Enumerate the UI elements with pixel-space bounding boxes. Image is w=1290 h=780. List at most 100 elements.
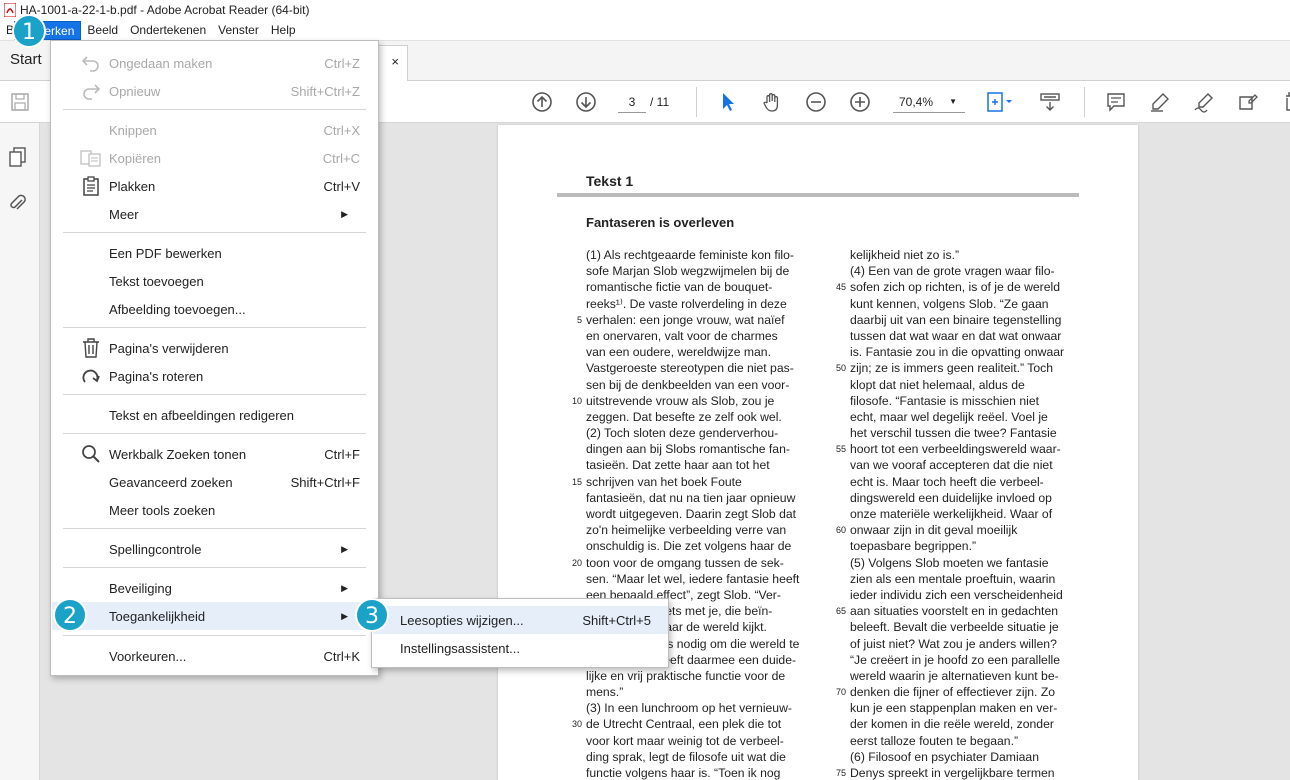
menu-item-instellingsassistent[interactable]: Instellingsassistent...: [373, 634, 668, 662]
line-number: 45: [835, 282, 846, 293]
read-mode-icon[interactable]: [1038, 90, 1062, 114]
zoom-in-icon[interactable]: [848, 90, 872, 114]
menu-item-geavanceerd-zoeken[interactable]: Geavanceerd zoeken Shift+Ctrl+F: [52, 468, 378, 496]
line-text: van we vooraf accepteren dat die niet: [850, 458, 1053, 473]
menu-item-paginas-verwijderen[interactable]: Pagina's verwijderen: [52, 334, 378, 362]
text-line: daarbij uit van een binaire tegenstellin…: [850, 312, 1090, 328]
menu-item-voorkeuren[interactable]: Voorkeuren... Ctrl+K: [52, 642, 378, 670]
menu-item-leesopties-wijzigen[interactable]: Leesopties wijzigen... Shift+Ctrl+5: [373, 606, 668, 634]
zoom-out-icon[interactable]: [804, 90, 828, 114]
menu-item-label: Meer: [109, 206, 139, 222]
close-tab-icon[interactable]: ×: [391, 54, 399, 69]
menu-item-label: Werkbalk Zoeken tonen: [109, 446, 247, 462]
prev-page-icon[interactable]: [530, 90, 554, 114]
menu-item-label: Meer tools zoeken: [109, 502, 216, 518]
menu-item-plakken[interactable]: Plakken Ctrl+V: [52, 172, 378, 200]
menu-item-shortcut: Shift+Ctrl+F: [290, 474, 360, 490]
fit-page-icon[interactable]: [982, 90, 1018, 114]
menu-item-knippen[interactable]: Knippen Ctrl+X: [52, 116, 378, 144]
menu-ondertekenen[interactable]: Ondertekenen: [124, 21, 212, 40]
select-cursor-icon[interactable]: [716, 90, 740, 114]
line-text: toepasbare begrippen.”: [850, 539, 977, 554]
menu-item-tekst-toevoegen[interactable]: Tekst toevoegen: [52, 267, 378, 295]
line-text: ding sprak, legt de filosofe uit wat die: [586, 749, 786, 764]
text-line: eerst talloze fouten te begaan.”: [850, 733, 1090, 749]
line-number: 55: [835, 444, 846, 455]
delete-icon[interactable]: [1278, 90, 1290, 114]
text-line: kelijkheid niet zo is.”: [850, 247, 1090, 263]
text-line: en onervaren, valt voor de charmes: [586, 328, 826, 344]
menu-item-toegankelijkheid[interactable]: Toegankelijkheid ▶: [52, 602, 378, 630]
paste-icon: [80, 175, 102, 197]
text-line: reeks¹⁾. De vaste rolverdeling in deze: [586, 296, 826, 312]
line-text: van een oudere, wereldwijze man.: [586, 345, 771, 360]
highlight-icon[interactable]: [1148, 90, 1172, 114]
menu-item-kopieren[interactable]: Kopiëren Ctrl+C: [52, 144, 378, 172]
line-text: de Utrecht Centraal, een plek die tot: [586, 717, 782, 732]
text-line: 75 Denys spreekt in vergelijkbare termen: [836, 765, 1090, 780]
menu-item-meer-tools-zoeken[interactable]: Meer tools zoeken: [52, 496, 378, 524]
hand-tool-icon[interactable]: [760, 90, 784, 114]
redo-icon: [80, 80, 102, 102]
fill-sign-icon[interactable]: [1236, 90, 1260, 114]
line-text: echt is. Maar toch heeft die verbeel-: [850, 474, 1044, 489]
menu-separator: [63, 528, 366, 529]
line-text: tussen dat wat waar en dat wat onwaar: [850, 328, 1062, 343]
line-text: voor kort maar weinig tot de verbeel-: [586, 733, 784, 748]
step-badge-3: 3: [355, 598, 389, 632]
text-line: (6) Filosoof en psychiater Damiaan: [850, 749, 1090, 765]
menu-item-label: Opnieuw: [109, 83, 161, 99]
line-number: 65: [835, 606, 846, 617]
menu-item-label: Geavanceerd zoeken: [109, 474, 233, 490]
line-text: daarbij uit van een binaire tegenstellin…: [850, 312, 1062, 327]
line-text: denken die fijner of effectiever zijn. Z…: [850, 685, 1056, 700]
save-icon[interactable]: [8, 90, 32, 114]
line-text: verhalen: een jonge vrouw, wat naïef: [586, 312, 785, 327]
line-text: onschuldig is. Die zet volgens haar de: [586, 539, 792, 554]
attachment-icon[interactable]: [6, 191, 30, 215]
page-thumbnails-icon[interactable]: [6, 145, 30, 169]
menu-item-ongedaan-maken[interactable]: Ongedaan maken Ctrl+Z: [52, 49, 378, 77]
menu-item-spellingcontrole[interactable]: Spellingcontrole ▶: [52, 535, 378, 563]
trash-icon: [80, 337, 102, 359]
line-number: 70: [835, 687, 846, 698]
page-number-input[interactable]: 3: [618, 91, 646, 113]
text-line: echt, maar wel degelijk reëel. Voel je: [850, 409, 1090, 425]
line-number: 20: [571, 557, 582, 568]
line-text: wordt uitgegeven. Daarin zegt Slob dat: [586, 507, 797, 521]
line-text: (5) Volgens Slob moeten we fantasie: [850, 555, 1049, 570]
text-line: (2) Toch sloten deze genderverhou-: [586, 425, 826, 441]
undo-icon: [80, 52, 102, 74]
menu-item-tekst-afbeeldingen-redigeren[interactable]: Tekst en afbeeldingen redigeren: [52, 401, 378, 429]
zoom-level-select[interactable]: 70,4% ▼: [893, 91, 965, 113]
line-text: zo'n heimelijke verbeelding verre van: [586, 523, 787, 538]
menu-beeld[interactable]: Beeld: [81, 21, 124, 40]
menu-venster[interactable]: Venster: [212, 21, 265, 40]
menu-item-afbeelding-toevoegen[interactable]: Afbeelding toevoegen...: [52, 295, 378, 323]
text-line: 55 hoort tot een verbeeldingswereld waar-: [836, 441, 1090, 457]
text-line: van een oudere, wereldwijze man.: [586, 344, 826, 360]
submenu-arrow-icon: ▶: [341, 543, 348, 554]
line-text: zeggen. Dat besefte ze zelf ook wel.: [586, 409, 782, 424]
menu-help[interactable]: Help: [265, 21, 302, 40]
line-text: der komen in die reële wereld, zonder: [850, 717, 1054, 732]
menu-item-label: Beveiliging: [109, 580, 172, 596]
draw-icon[interactable]: [1192, 90, 1216, 114]
comment-icon[interactable]: [1104, 90, 1128, 114]
next-page-icon[interactable]: [574, 90, 598, 114]
text-line: “Je creëert in je hoofd zo een parallell…: [850, 652, 1090, 668]
text-line: zo'n heimelijke verbeelding verre van: [586, 522, 826, 538]
menu-item-shortcut: Ctrl+X: [323, 122, 360, 138]
line-text: reeks¹⁾. De vaste rolverdeling in deze: [586, 296, 787, 311]
menu-item-werkbalk-zoeken-tonen[interactable]: Werkbalk Zoeken tonen Ctrl+F: [52, 440, 378, 468]
text-line: fantasieën, dat nu na tien jaar opnieuw: [586, 490, 826, 506]
menu-item-paginas-roteren[interactable]: Pagina's roteren: [52, 362, 378, 390]
menu-item-opnieuw[interactable]: Opnieuw Shift+Ctrl+Z: [52, 77, 378, 105]
line-text: (3) In een lunchroom op het vernieuw-: [586, 701, 792, 716]
chevron-down-icon: ▼: [949, 97, 957, 106]
menu-item-meer[interactable]: Meer ▶: [52, 200, 378, 228]
menu-item-pdf-bewerken[interactable]: Een PDF bewerken: [52, 239, 378, 267]
text-line: zien als een mentale proeftuin, waarin: [850, 571, 1090, 587]
menu-item-shortcut: Ctrl+F: [324, 446, 360, 462]
menu-item-beveiliging[interactable]: Beveiliging ▶: [52, 574, 378, 602]
